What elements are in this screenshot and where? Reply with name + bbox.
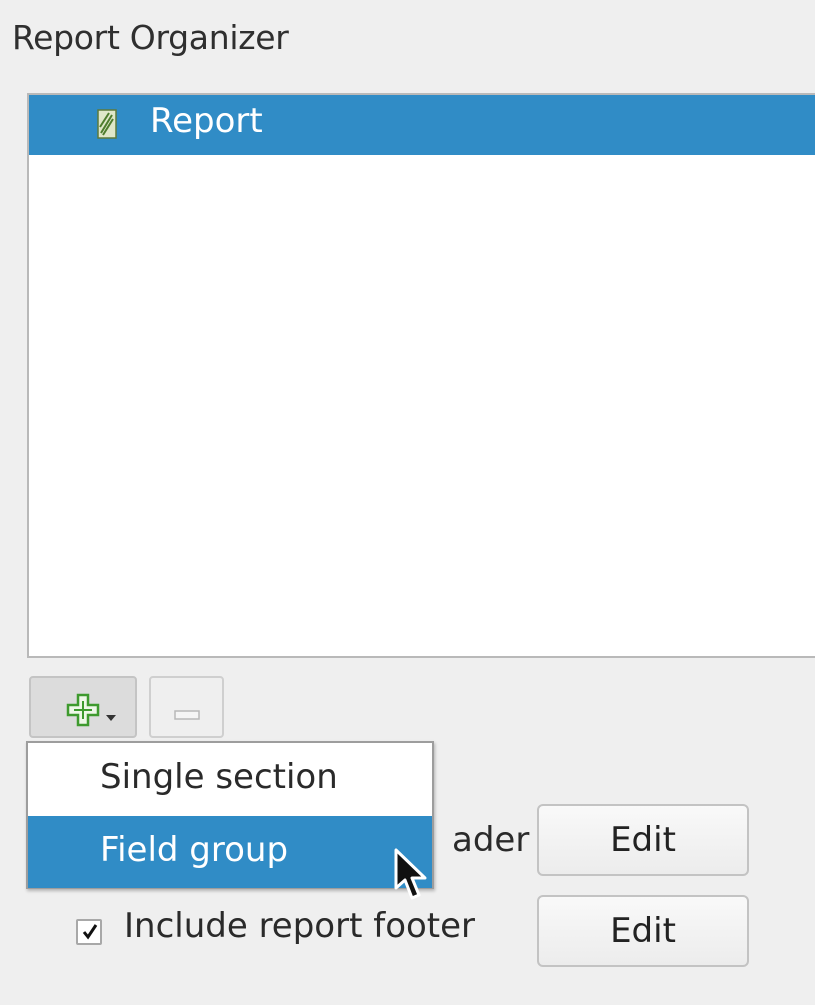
menu-item-single-section[interactable]: Single section <box>28 743 432 815</box>
remove-section-button[interactable] <box>149 676 224 738</box>
mouse-pointer-icon <box>394 848 434 908</box>
add-section-button[interactable] <box>29 676 137 738</box>
report-tree[interactable]: Report <box>27 93 815 658</box>
minus-icon <box>174 705 200 720</box>
panel-title: Report Organizer <box>12 18 289 57</box>
include-footer-label: Include report footer <box>124 906 476 946</box>
edit-footer-button[interactable]: Edit <box>537 895 749 967</box>
plus-icon <box>65 692 101 728</box>
menu-item-field-group[interactable]: Field group <box>28 816 432 888</box>
report-icon <box>97 109 117 139</box>
caret-down-icon <box>106 706 116 721</box>
menu-item-label: Single section <box>100 757 338 797</box>
tree-item-label: Report <box>150 101 263 141</box>
edit-header-button[interactable]: Edit <box>537 804 749 876</box>
add-section-menu: Single section Field group <box>26 741 434 889</box>
tree-item-report[interactable]: Report <box>29 95 815 155</box>
menu-item-label: Field group <box>100 830 289 870</box>
include-footer-checkbox[interactable] <box>76 919 102 945</box>
include-header-label: ader <box>452 820 530 860</box>
